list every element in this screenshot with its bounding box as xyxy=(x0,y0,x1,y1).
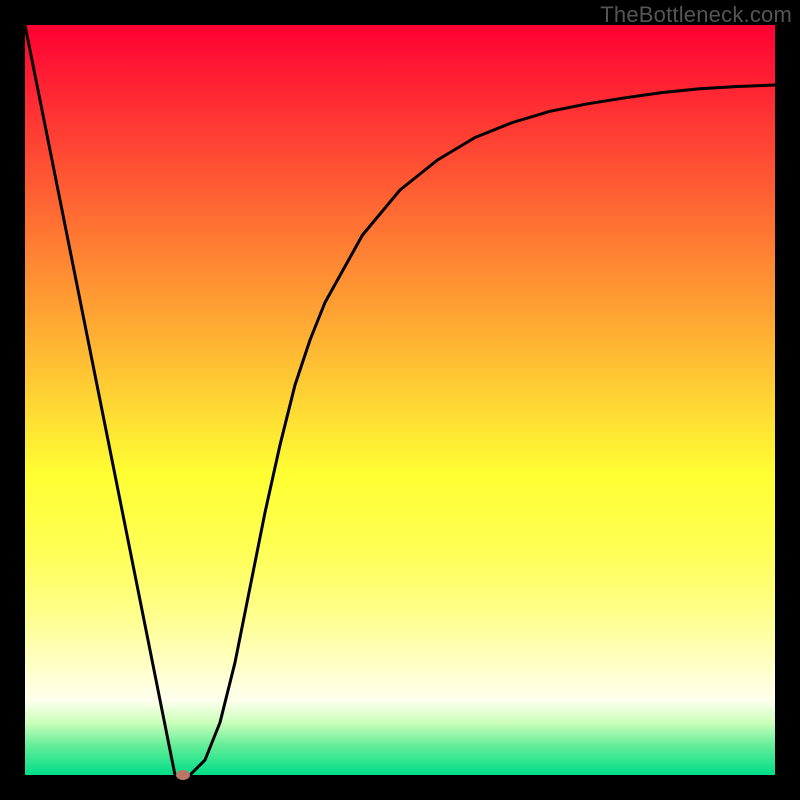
chart-plot-area xyxy=(25,25,775,775)
optimal-point-marker xyxy=(176,770,190,780)
watermark-text: TheBottleneck.com xyxy=(600,2,792,28)
